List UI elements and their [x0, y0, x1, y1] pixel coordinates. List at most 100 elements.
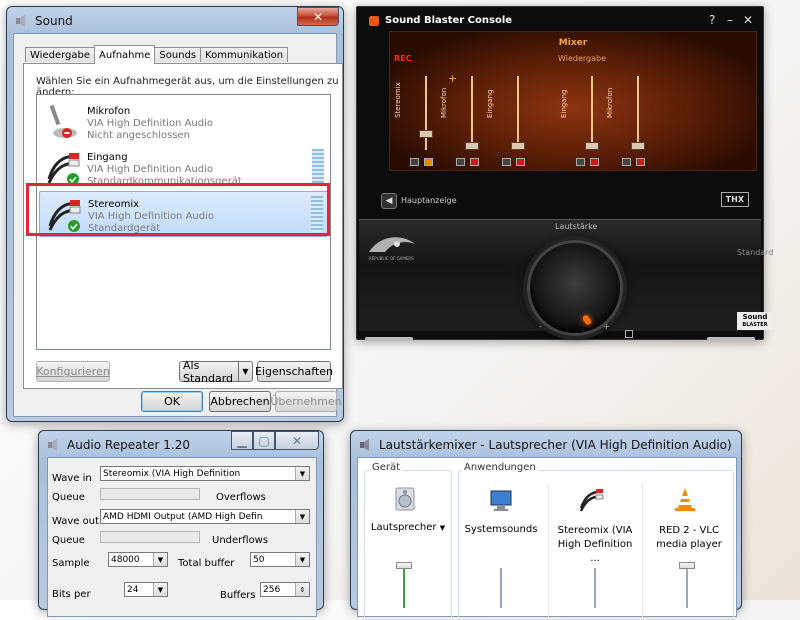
wave-in-select[interactable]: Stereomix (VIA High Definition ▼ [100, 466, 310, 481]
wave-out-select[interactable]: AMD HDMI Output (AMD High Defin ▼ [100, 509, 310, 524]
sb-title: Sound Blaster Console [385, 15, 513, 26]
app-stereomix-track[interactable] [594, 568, 596, 608]
tab-sounds[interactable]: Sounds [154, 47, 202, 62]
channel-stereomix: Stereomix [394, 72, 436, 172]
rog-text: REPUBLIC OF GAMERS [369, 256, 414, 261]
buffers-spinner[interactable]: 256 ⇕ [260, 582, 310, 597]
channel-speaker-icon[interactable] [424, 158, 433, 166]
device-eingang[interactable]: Eingang VIA High Definition Audio Standa… [39, 145, 328, 191]
device-status: Standardgerät [88, 223, 161, 234]
device-selector[interactable]: Lautsprecher ▼ [364, 522, 452, 533]
device-stereomix[interactable]: Stereomix VIA High Definition Audio Stan… [39, 191, 328, 237]
volume-plus: + [603, 322, 610, 331]
bits-per-select[interactable]: 24 ▼ [124, 582, 168, 597]
total-buffer-label: Total buffer [178, 558, 235, 569]
channel-mute-icon[interactable] [470, 158, 479, 166]
tab-wiedergabe[interactable]: Wiedergabe [25, 47, 96, 62]
total-buffer-select[interactable]: 50 ▼ [250, 552, 310, 567]
ar-maximize-button[interactable]: ▢ [253, 431, 275, 450]
chevron-down-icon[interactable]: ▼ [153, 553, 167, 566]
properties-button[interactable]: Eigenschaften [255, 361, 333, 382]
chevron-down-icon[interactable]: ▼ [295, 553, 309, 566]
configure-button[interactable]: Konfigurieren [36, 361, 110, 382]
speaker-volume-thumb[interactable] [396, 562, 412, 569]
device-status: Nicht angeschlossen [87, 130, 191, 141]
apply-button[interactable]: Übernehmen [270, 391, 342, 412]
mixer-subtitle: Wiedergabe [558, 54, 607, 63]
channel-label: Stereomix [394, 82, 402, 118]
fader-track [637, 76, 639, 150]
device-name-label: Lautsprecher [370, 522, 437, 533]
channel-mute-icon[interactable] [516, 158, 525, 166]
sb-help-button[interactable]: ? [709, 13, 715, 27]
cancel-label: Abbrechen [210, 395, 270, 408]
ar-close-button[interactable]: ✕ [275, 431, 319, 450]
channel-dropdown[interactable] [502, 158, 511, 166]
spinner-arrows-icon[interactable]: ⇕ [295, 583, 309, 596]
cancel-button[interactable]: Abbrechen [209, 391, 271, 412]
ok-button[interactable]: OK [141, 391, 203, 412]
device-name: Stereomix [88, 199, 140, 210]
soundblaster-window: Sound Blaster Console ? – ✕ Mixer Wieder… [356, 6, 773, 341]
channel-dropdown[interactable] [576, 158, 585, 166]
rog-logo: REPUBLIC OF GAMERS [367, 232, 417, 262]
thx-logo[interactable]: THX [720, 192, 749, 207]
fader-knob[interactable] [631, 142, 645, 150]
fader-knob[interactable] [511, 142, 525, 150]
sample-value: 48000 [111, 554, 140, 565]
app-vlc-track[interactable] [686, 568, 688, 608]
app-systemsounds-track[interactable] [500, 568, 502, 608]
fader-knob[interactable] [465, 142, 479, 150]
vm-client-area: Gerät Anwendungen Lautsprecher ▼ Systems… [357, 457, 737, 620]
device-driver: VIA High Definition Audio [88, 211, 214, 222]
channel-mute-icon[interactable] [636, 158, 645, 166]
channel-mikrofon: Mikrofon [440, 72, 482, 172]
channel-dropdown[interactable] [622, 158, 631, 166]
recording-device-list: Mikrofon VIA High Definition Audio Nicht… [36, 94, 331, 350]
app-systemsounds-label: Systemsounds [464, 524, 538, 535]
sound-close-button[interactable]: ✕ [297, 7, 339, 26]
chevron-down-icon[interactable]: ▼ [153, 583, 167, 596]
sample-select[interactable]: 48000 ▼ [108, 552, 168, 567]
properties-label: Eigenschaften [255, 365, 333, 378]
ar-minimize-button[interactable]: ▁ [231, 431, 253, 450]
wave-in-value: Stereomix (VIA High Definition [103, 468, 241, 479]
speaker-icon [48, 439, 57, 451]
sb-title-bar: Sound Blaster Console [369, 15, 512, 26]
microphone-icon [49, 104, 77, 138]
speaker-icon [16, 15, 25, 27]
level-meter [312, 149, 324, 185]
wave-in-label: Wave in [52, 473, 92, 484]
back-arrow-icon[interactable]: ◀ [381, 193, 397, 209]
sb-minimize-button[interactable]: – [727, 13, 733, 27]
chevron-down-icon[interactable]: ▼ [295, 510, 309, 523]
channel-mikrofon-play: Mikrofon [606, 72, 648, 172]
app-divider [548, 484, 549, 618]
fader-knob[interactable] [419, 130, 433, 138]
queue-label-in: Queue [52, 492, 85, 503]
app-vlc-thumb[interactable] [679, 562, 695, 569]
sb-close-button[interactable]: ✕ [743, 13, 753, 27]
device-name: Eingang [87, 152, 128, 163]
channel-dropdown[interactable] [456, 158, 465, 166]
sound-title: Sound [35, 14, 73, 28]
sb-app-icon [369, 15, 379, 26]
channel-mute-icon[interactable] [590, 158, 599, 166]
speaker-volume-track[interactable] [403, 568, 405, 608]
chevron-down-icon[interactable]: ▼ [295, 467, 309, 480]
fader-track [471, 76, 473, 150]
queue-in-bar [100, 488, 200, 500]
mute-toggle-icon[interactable] [625, 330, 633, 338]
knob-indicator [581, 314, 593, 326]
tab-kommunikation[interactable]: Kommunikation [200, 47, 289, 62]
main-view-link[interactable]: Hauptanzeige [401, 196, 457, 205]
sb-brand-logo: Sound BLASTER [737, 312, 773, 330]
channel-dropdown[interactable] [410, 158, 419, 166]
tab-aufnahme[interactable]: Aufnahme [94, 45, 156, 64]
set-default-button[interactable]: Als Standard ▼ [179, 359, 253, 385]
fader-knob[interactable] [585, 142, 599, 150]
dropdown-arrow-icon[interactable]: ▼ [238, 362, 252, 381]
device-mikrofon[interactable]: Mikrofon VIA High Definition Audio Nicht… [39, 99, 328, 145]
sound-dialog-window: Sound ✕ Wiedergabe Aufnahme Sounds Kommu… [6, 6, 344, 422]
level-meter [311, 196, 323, 232]
